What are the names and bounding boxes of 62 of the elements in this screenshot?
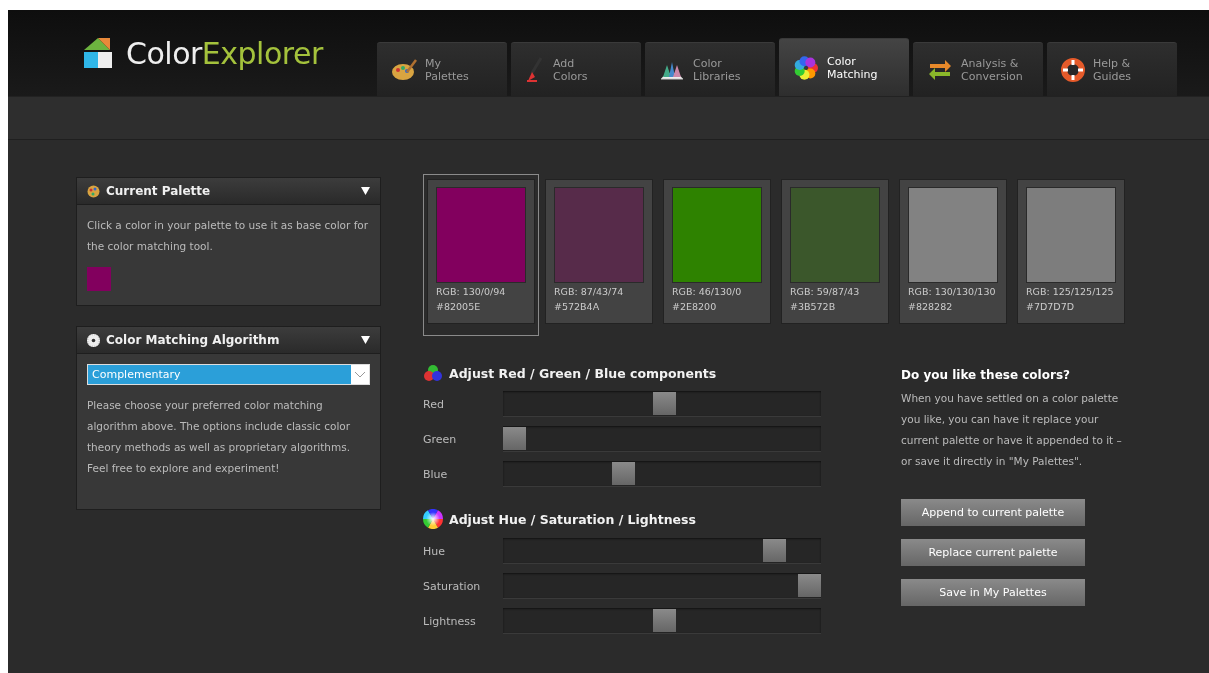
slider-label: Saturation	[423, 579, 482, 593]
arrows-icon	[927, 58, 953, 81]
color-swatch-card[interactable]: RGB: 130/0/94 #82005E	[423, 174, 539, 336]
nav-tab[interactable]: My Palettes	[377, 42, 507, 96]
slider-thumb[interactable]	[798, 574, 821, 597]
rgb-value: RGB: 130/130/130	[908, 286, 997, 298]
action-button[interactable]: Append to current palette	[901, 499, 1085, 526]
action-button[interactable]: Save in My Palettes	[901, 579, 1085, 606]
action-button[interactable]: Replace current palette	[901, 539, 1085, 566]
slider-track[interactable]	[503, 538, 821, 564]
collapse-icon[interactable]	[361, 187, 370, 195]
logo-text: ColorExplorer	[126, 35, 323, 71]
palette-swatch[interactable]	[87, 267, 111, 291]
panel-title: Color Matching Algorithm	[106, 333, 281, 347]
nav-tab[interactable]: Color Libraries	[645, 42, 775, 96]
hex-value: #3B572B	[790, 301, 837, 313]
rgb-value: RGB: 87/43/74	[554, 286, 625, 298]
rgb-value: RGB: 125/125/125	[1026, 286, 1115, 298]
slider-track[interactable]	[503, 426, 821, 452]
chevron-down-icon	[355, 371, 365, 378]
petals-icon	[793, 54, 819, 81]
hex-value: #2E8200	[672, 301, 718, 313]
slider-track[interactable]	[503, 573, 821, 599]
slider-label: Green	[423, 432, 458, 446]
section-title: Adjust Red / Green / Blue components	[449, 365, 717, 381]
hex-value: #7D7D7D	[1026, 301, 1076, 313]
nav-tab[interactable]: Color Matching	[779, 38, 909, 96]
panel-text: Please choose your preferred color matching algorithm above. The options include classic color theory methods as well as proprietary algorithms. Feel free to explore and experiment!	[87, 398, 352, 476]
panel-title: Current Palette	[106, 184, 212, 198]
rgb-value: RGB: 59/87/43	[790, 286, 861, 298]
slider-track[interactable]	[503, 461, 821, 487]
nav-tab[interactable]: Analysis & Conversion	[913, 42, 1043, 96]
slider-thumb[interactable]	[503, 427, 526, 450]
slider-label: Lightness	[423, 614, 477, 628]
hex-value: #82005E	[436, 301, 482, 313]
section-title: Do you like these colors?	[901, 368, 1071, 382]
slider-track[interactable]	[503, 391, 821, 417]
hex-value: #828282	[908, 301, 954, 313]
section-text: When you have settled on a color palette you like, you can have it replace your current palette or have it appended to it – or save it directly in "My Palettes".	[901, 391, 1123, 469]
slider-thumb[interactable]	[653, 609, 677, 632]
slider-thumb[interactable]	[612, 462, 636, 485]
nav-tab[interactable]: Help & Guides	[1047, 42, 1177, 96]
panel-text: Click a color in your palette to use it as base color for the color matching tool.	[87, 218, 370, 254]
collapse-icon[interactable]	[361, 336, 370, 344]
section-title: Adjust Hue / Saturation / Lightness	[449, 511, 696, 527]
lifebuoy-icon	[1061, 57, 1085, 82]
palette-icon	[391, 57, 417, 82]
algorithm-select[interactable]: Complementary	[87, 364, 370, 385]
brush-icon	[525, 56, 545, 83]
slider-label: Hue	[423, 544, 446, 558]
slider-track[interactable]	[503, 608, 821, 634]
rgb-circles-icon	[423, 364, 443, 382]
slider-thumb[interactable]	[762, 539, 786, 562]
palette-icon	[87, 184, 100, 198]
color-wheel-icon	[423, 509, 443, 529]
slider-thumb[interactable]	[653, 392, 677, 415]
slider-label: Blue	[423, 467, 449, 481]
slider-label: Red	[423, 397, 445, 411]
rgb-value: RGB: 46/130/0	[672, 286, 743, 298]
nav-tab[interactable]: Add Colors	[511, 42, 641, 96]
hex-value: #572B4A	[554, 301, 601, 313]
rgb-value: RGB: 130/0/94	[436, 286, 507, 298]
